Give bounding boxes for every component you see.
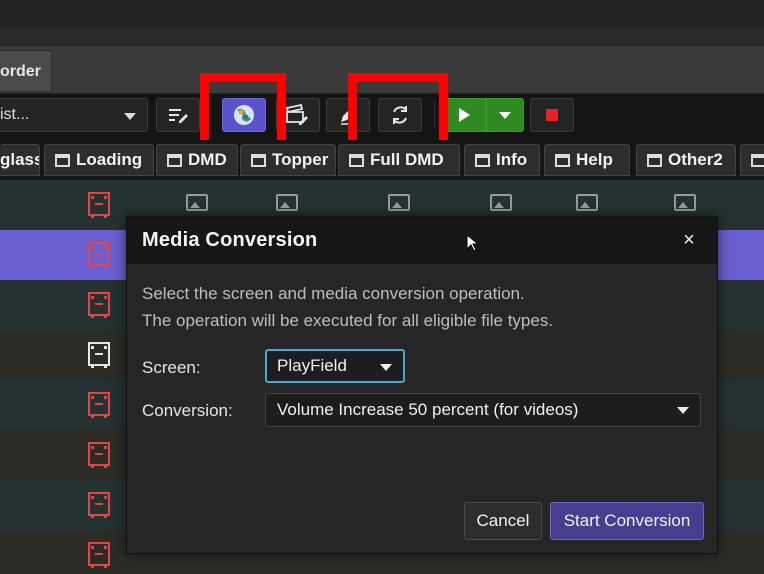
clapper-icon: [349, 153, 364, 167]
screen-tab-label: Full DMD: [370, 150, 444, 169]
screen-select-value: PlayField: [277, 356, 347, 375]
chevron-down-icon: [380, 364, 392, 371]
mouse-cursor-icon: [466, 234, 478, 252]
clapper-icon: [751, 153, 764, 167]
screen-tabs: glass Loading DMD Topper Full DMD Info H…: [0, 140, 764, 180]
top-strip-secondary: [0, 28, 764, 46]
edit-list-icon: [169, 109, 188, 123]
image-icon: [490, 194, 512, 211]
image-icon: [276, 194, 298, 211]
screen-tab-other2[interactable]: Other2: [636, 144, 736, 176]
chevron-down-icon: [124, 113, 136, 120]
video-icon: [88, 342, 110, 368]
start-conversion-button[interactable]: Start Conversion: [550, 502, 704, 540]
dialog-header: Media Conversion ×: [127, 217, 717, 264]
dialog-description-line1: Select the screen and media conversion o…: [142, 284, 525, 303]
clapper-edit-icon: [285, 104, 308, 125]
video-icon: [88, 192, 110, 218]
clapper-icon: [647, 153, 662, 167]
clapper-icon: [555, 153, 570, 167]
tab-order[interactable]: order: [0, 50, 52, 92]
conversion-select-value: Volume Increase 50 percent (for videos): [277, 400, 579, 419]
video-icon: [88, 242, 110, 268]
conversion-label: Conversion:: [142, 401, 233, 420]
screen-label: Screen:: [142, 358, 201, 377]
screen-tab-dmd[interactable]: DMD: [156, 144, 238, 176]
screen-tab-backglass[interactable]: glass: [0, 144, 40, 176]
screen-select[interactable]: PlayField: [265, 349, 405, 383]
screen-tab-full-dmd[interactable]: Full DMD: [338, 144, 460, 176]
video-icon: [88, 292, 110, 318]
image-icon: [576, 194, 598, 211]
screen-tab-info[interactable]: Info: [464, 144, 540, 176]
video-icon: [88, 492, 110, 518]
screen-tab-help[interactable]: Help: [544, 144, 630, 176]
screen-tab-label: glass: [0, 150, 40, 169]
clapper-icon: [55, 153, 70, 167]
top-strip: [0, 0, 764, 28]
dropdown-icon: [499, 111, 511, 119]
cancel-button[interactable]: Cancel: [464, 502, 542, 540]
video-icon: [88, 442, 110, 468]
play-icon: [458, 108, 470, 122]
screen-tab-label: Loading: [76, 150, 143, 169]
screen-tab-label: Other2: [668, 150, 723, 169]
screen-tab-label: Info: [496, 150, 528, 169]
image-icon: [674, 194, 696, 211]
screen-tab-label: DMD: [188, 150, 227, 169]
edit-list-button[interactable]: [156, 98, 200, 132]
dialog-title: Media Conversion: [142, 229, 318, 251]
media-conversion-dialog: Media Conversion × Select the screen and…: [126, 216, 718, 554]
close-icon[interactable]: ×: [679, 230, 699, 250]
stop-icon: [546, 109, 558, 121]
screen-tab-more[interactable]: [740, 144, 764, 176]
clapper-icon: [251, 153, 266, 167]
screen-tab-label: Help: [576, 150, 613, 169]
screen-tab-topper[interactable]: Topper: [240, 144, 336, 176]
dialog-description-line2: The operation will be executed for all e…: [142, 311, 554, 330]
conversion-select[interactable]: Volume Increase 50 percent (for videos): [265, 393, 701, 427]
clapper-icon: [167, 153, 182, 167]
playlist-select-value: ist...: [0, 106, 30, 123]
playlist-select[interactable]: ist...: [0, 98, 148, 132]
image-icon: [186, 194, 208, 211]
video-icon: [88, 392, 110, 418]
screen-tab-loading[interactable]: Loading: [44, 144, 154, 176]
image-icon: [388, 194, 410, 211]
video-icon: [88, 542, 110, 568]
screen-tab-label: Topper: [272, 150, 329, 169]
chevron-down-icon: [677, 407, 689, 414]
play-button[interactable]: [442, 98, 486, 132]
stop-button[interactable]: [530, 98, 574, 132]
clapper-icon: [475, 153, 490, 167]
play-dropdown-button[interactable]: [486, 98, 524, 132]
